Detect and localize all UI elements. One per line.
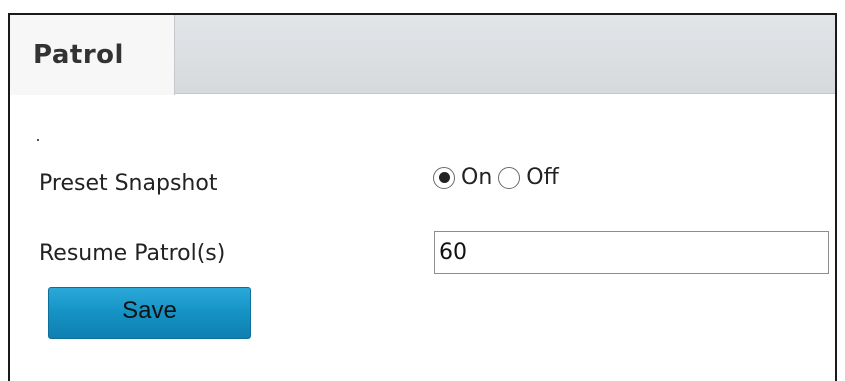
tab-patrol[interactable]: Patrol [10, 15, 175, 95]
tab-bar: Patrol [10, 15, 835, 95]
radio-selected-dot [438, 172, 450, 183]
resume-patrol-label: Resume Patrol(s) [39, 241, 226, 266]
radio-off[interactable] [498, 166, 521, 189]
patrol-panel: Patrol Preset Snapshot On Off Resume Pat… [8, 13, 837, 381]
decorative-dot [37, 139, 39, 141]
resume-patrol-input[interactable] [434, 231, 829, 274]
radio-on-label: On [461, 165, 493, 190]
preset-snapshot-off-option[interactable]: Off [498, 165, 559, 190]
radio-off-label: Off [526, 165, 559, 190]
preset-snapshot-label: Preset Snapshot [39, 171, 218, 196]
preset-snapshot-on-option[interactable]: On [433, 165, 492, 190]
preset-snapshot-radio-group: On Off [433, 165, 565, 190]
radio-on[interactable] [433, 166, 455, 189]
save-button[interactable]: Save [48, 287, 251, 339]
